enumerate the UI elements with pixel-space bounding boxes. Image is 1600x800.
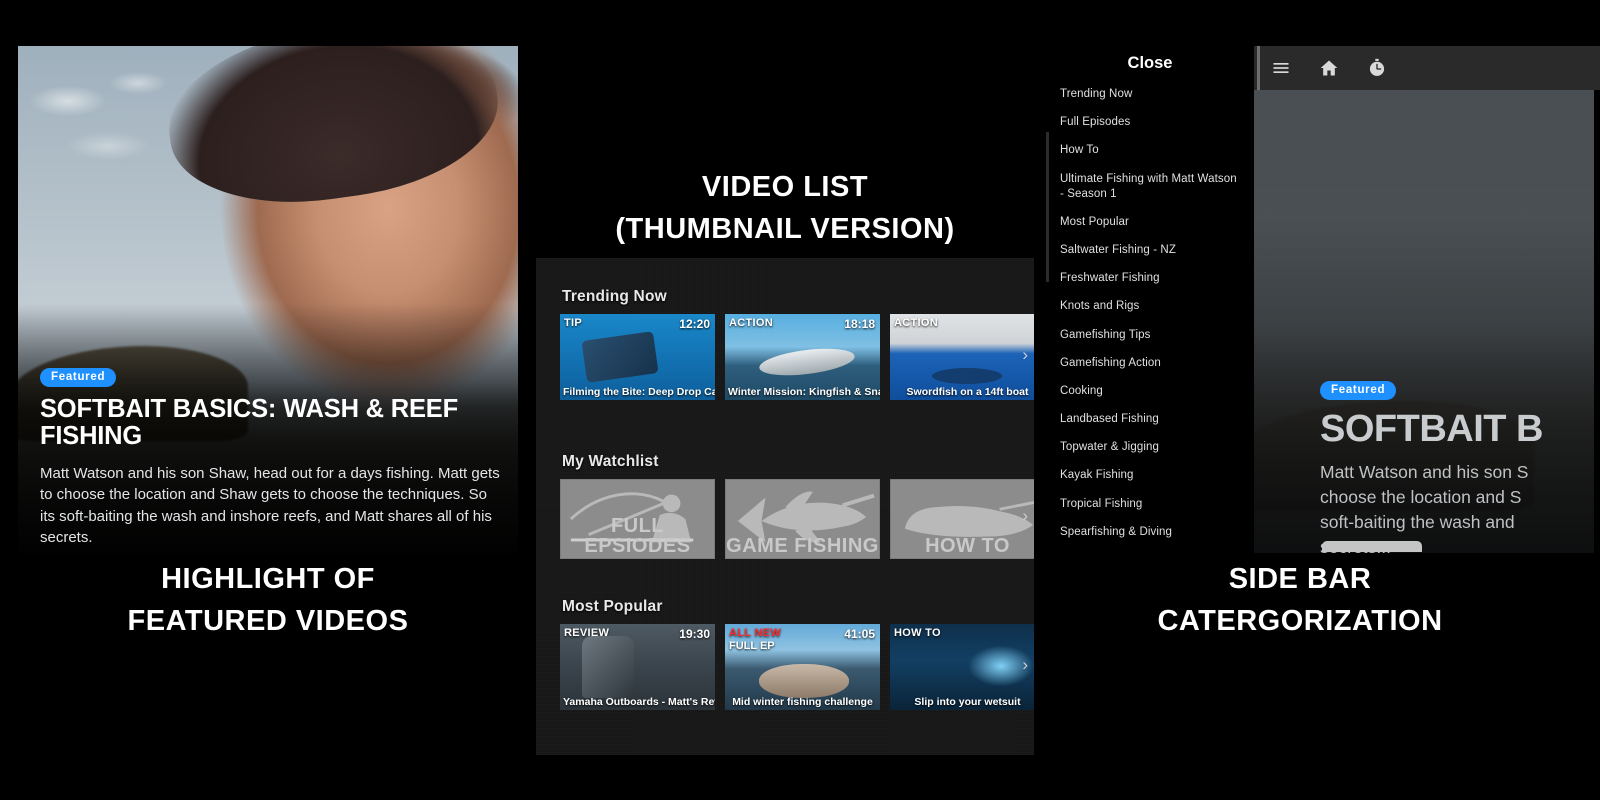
- thumbnail-caption: Winter Mission: Kingfish & Snapper Jiggi…: [725, 386, 880, 398]
- watchlist-tile[interactable]: HOW TO: [890, 479, 1034, 559]
- watchlist-tile-label: GAME FISHING: [726, 536, 879, 558]
- video-thumbnail[interactable]: TIP 12:20 Filming the Bite: Deep Drop Ca…: [560, 314, 715, 400]
- app-bottom-pill-button[interactable]: [1322, 541, 1422, 552]
- caption-sidebar-line2: CATERGORIZATION: [1140, 600, 1460, 642]
- thumbnail-caption: Yamaha Outboards - Matt's Review: [560, 696, 715, 708]
- thumbnail-tag-fullep: FULL EP: [729, 640, 775, 652]
- sidebar-item-full-episodes[interactable]: Full Episodes: [1046, 115, 1254, 130]
- video-thumbnail[interactable]: REVIEW 19:30 Yamaha Outboards - Matt's R…: [560, 624, 715, 710]
- video-thumbnail[interactable]: ACTION Swordfish on a 14ft boat: [890, 314, 1034, 400]
- row-next-chevron-icon[interactable]: ›: [1022, 507, 1028, 524]
- thumbnail-duration: 19:30: [679, 627, 710, 641]
- featured-badge: Featured: [40, 368, 116, 387]
- sidebar-item-gamefishing-tips[interactable]: Gamefishing Tips: [1046, 328, 1254, 343]
- video-row-most-popular: Most Popular REVIEW 19:30 Yamaha Outboar…: [536, 598, 1034, 710]
- sidebar-close-button[interactable]: Close: [1046, 46, 1254, 87]
- row-title: Most Popular: [562, 598, 1034, 616]
- sidebar-scrollbar[interactable]: [1046, 132, 1049, 282]
- thumbnail-tag: REVIEW: [564, 627, 609, 639]
- thumbnail-tag-new: ALL NEW: [729, 627, 781, 639]
- hero-title: SOFTBAIT BASICS: WASH & REEF FISHING: [40, 396, 504, 451]
- sidebar-item-knots-and-rigs[interactable]: Knots and Rigs: [1046, 299, 1254, 314]
- sidebar-item-gamefishing-action[interactable]: Gamefishing Action: [1046, 356, 1254, 371]
- thumbnail-tag: ACTION: [894, 317, 938, 329]
- thumbnail-caption: Swordfish on a 14ft boat: [890, 386, 1034, 398]
- video-row-watchlist: My Watchlist FULL EPSIODES: [536, 453, 1034, 559]
- sidebar-item-cooking[interactable]: Cooking: [1046, 384, 1254, 399]
- hero-description: Matt Watson and his son Shaw, head out f…: [40, 463, 504, 549]
- caption-video-list-line2: (THUMBNAIL VERSION): [536, 208, 1034, 250]
- thumbnail-duration: 18:18: [844, 317, 875, 331]
- app-hero-text-block: Featured SOFTBAIT B Matt Watson and his …: [1320, 380, 1600, 553]
- app-featured-hero[interactable]: Featured SOFTBAIT B Matt Watson and his …: [1254, 90, 1600, 553]
- hamburger-menu-icon[interactable]: [1270, 57, 1292, 79]
- thumbnail-tag: TIP: [564, 317, 582, 329]
- sidebar-item-saltwater-fishing-nz[interactable]: Saltwater Fishing - NZ: [1046, 243, 1254, 258]
- watchlist-tile[interactable]: GAME FISHING: [725, 479, 880, 559]
- row-thumbnail-strip[interactable]: TIP 12:20 Filming the Bite: Deep Drop Ca…: [560, 314, 1034, 400]
- stopwatch-icon[interactable]: [1366, 57, 1388, 79]
- caption-highlight-line2: FEATURED VIDEOS: [18, 600, 518, 642]
- sidebar-item-spearfishing-diving[interactable]: Spearfishing & Diving: [1046, 525, 1254, 540]
- hero-text-block: Featured SOFTBAIT BASICS: WASH & REEF FI…: [40, 367, 504, 549]
- sidebar-item-how-to[interactable]: How To: [1046, 143, 1254, 158]
- watchlist-tile-label: FULL EPSIODES: [561, 516, 714, 558]
- row-thumbnail-strip[interactable]: REVIEW 19:30 Yamaha Outboards - Matt's R…: [560, 624, 1034, 710]
- sidebar-item-ultimate-fishing-season-1[interactable]: Ultimate Fishing with Matt Watson - Seas…: [1046, 172, 1254, 202]
- app-hero-title: SOFTBAIT B: [1320, 410, 1600, 448]
- video-thumbnail[interactable]: HOW TO Slip into your wetsuit: [890, 624, 1034, 710]
- featured-hero-panel[interactable]: Featured SOFTBAIT BASICS: WASH & REEF FI…: [18, 46, 518, 553]
- video-thumbnail[interactable]: ACTION 18:18 Winter Mission: Kingfish & …: [725, 314, 880, 400]
- row-title: Trending Now: [562, 288, 1034, 306]
- caption-highlight: HIGHLIGHT OF FEATURED VIDEOS: [18, 558, 518, 642]
- app-preview-panel[interactable]: Featured SOFTBAIT B Matt Watson and his …: [1254, 46, 1600, 553]
- watchlist-tile[interactable]: FULL EPSIODES: [560, 479, 715, 559]
- sidebar-item-tropical-fishing[interactable]: Tropical Fishing: [1046, 497, 1254, 512]
- sidebar-item-trending-now[interactable]: Trending Now: [1046, 87, 1254, 102]
- sidebar-item-topwater-jigging[interactable]: Topwater & Jigging: [1046, 440, 1254, 455]
- thumbnail-duration: 41:05: [844, 627, 875, 641]
- watchlist-tile-label: HOW TO: [891, 536, 1034, 558]
- row-next-chevron-icon[interactable]: ›: [1022, 656, 1028, 673]
- thumbnail-caption: Slip into your wetsuit: [890, 696, 1034, 708]
- thumbnail-duration: 12:20: [679, 317, 710, 331]
- sidebar-item-kayak-fishing[interactable]: Kayak Fishing: [1046, 468, 1254, 483]
- video-list-panel[interactable]: Trending Now TIP 12:20 Filming the Bite:…: [536, 258, 1034, 755]
- app-hero-description: Matt Watson and his son S choose the loc…: [1320, 460, 1600, 553]
- row-thumbnail-strip[interactable]: FULL EPSIODES GAME FISHING: [560, 479, 1034, 559]
- thumbnail-caption: Filming the Bite: Deep Drop Camera: [560, 386, 715, 398]
- sidebar-categories-panel[interactable]: Close Trending Now Full Episodes How To …: [1046, 46, 1254, 553]
- caption-sidebar: SIDE BAR CATERGORIZATION: [1140, 558, 1460, 642]
- thumbnail-tag: HOW TO: [894, 627, 941, 639]
- video-row-trending: Trending Now TIP 12:20 Filming the Bite:…: [536, 288, 1034, 400]
- caption-sidebar-line1: SIDE BAR: [1140, 558, 1460, 600]
- thumbnail-tag: ACTION: [729, 317, 773, 329]
- sidebar-item-most-popular[interactable]: Most Popular: [1046, 215, 1254, 230]
- thumbnail-caption: Mid winter fishing challenge: [725, 696, 880, 708]
- screenshot-root: Featured SOFTBAIT BASICS: WASH & REEF FI…: [0, 0, 1600, 800]
- caption-video-list: VIDEO LIST (THUMBNAIL VERSION): [536, 166, 1034, 250]
- caption-highlight-line1: HIGHLIGHT OF: [18, 558, 518, 600]
- row-title: My Watchlist: [562, 453, 1034, 471]
- app-toolbar: [1254, 46, 1600, 90]
- row-next-chevron-icon[interactable]: ›: [1022, 346, 1028, 363]
- home-icon[interactable]: [1318, 57, 1340, 79]
- app-right-clip-edge: [1594, 90, 1600, 553]
- sidebar-item-landbased-fishing[interactable]: Landbased Fishing: [1046, 412, 1254, 427]
- caption-video-list-line1: VIDEO LIST: [536, 166, 1034, 208]
- sidebar-item-freshwater-fishing[interactable]: Freshwater Fishing: [1046, 271, 1254, 286]
- app-featured-badge: Featured: [1320, 381, 1396, 400]
- video-thumbnail[interactable]: ALL NEW FULL EP 41:05 Mid winter fishing…: [725, 624, 880, 710]
